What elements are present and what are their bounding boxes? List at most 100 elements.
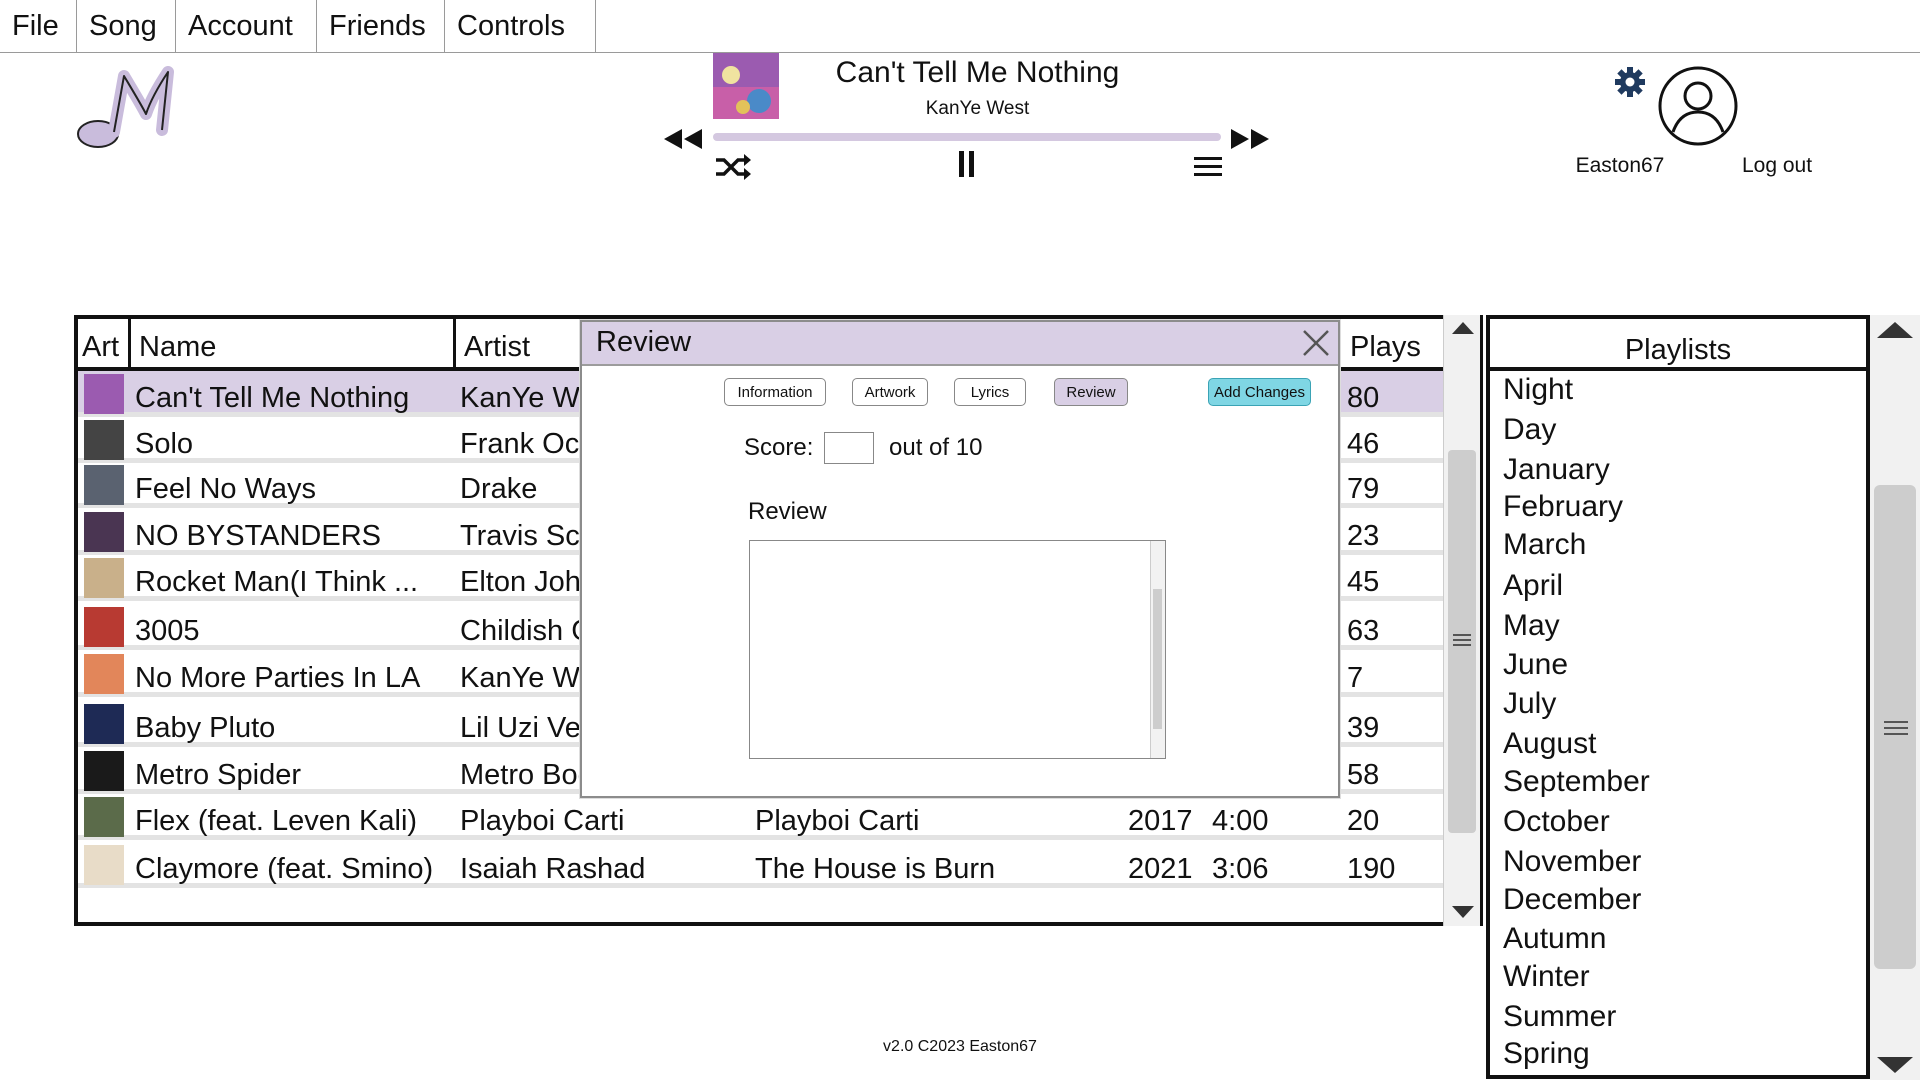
playlist-item[interactable]: May (1503, 609, 1560, 643)
version-footer: v2.0 C2023 Easton67 (883, 1038, 1037, 1055)
review-textarea[interactable] (749, 540, 1166, 759)
score-input[interactable] (824, 432, 874, 464)
table-scroll-thumb[interactable] (1448, 450, 1476, 833)
tab-lyrics[interactable]: Lyrics (954, 378, 1026, 406)
playlist-item[interactable]: August (1503, 727, 1596, 761)
menu-account[interactable]: Account (176, 0, 317, 52)
cell-plays: 20 (1347, 805, 1380, 836)
add-changes-button[interactable]: Add Changes (1208, 378, 1311, 406)
playlists-scrollbar[interactable] (1870, 315, 1920, 1080)
menu-friends[interactable]: Friends (317, 0, 445, 52)
cell-name: 3005 (135, 615, 200, 646)
playlist-item[interactable]: November (1503, 845, 1641, 879)
album-art-thumbnail (84, 704, 124, 744)
cell-plays: 46 (1347, 428, 1380, 459)
column-plays[interactable]: Plays (1342, 319, 1442, 369)
scroll-up-icon[interactable] (1451, 321, 1475, 335)
close-icon[interactable] (1300, 327, 1332, 359)
cell-name: NO BYSTANDERS (135, 520, 382, 551)
cell-plays: 80 (1347, 382, 1380, 413)
playlist-item[interactable]: December (1503, 883, 1641, 917)
cell-plays: 45 (1347, 566, 1380, 597)
menu-file[interactable]: File (0, 0, 77, 52)
logout-link[interactable]: Log out (1742, 154, 1812, 178)
cell-name: Claymore (feat. Smino) (135, 853, 434, 884)
table-row[interactable]: Flex (feat. Leven Kali) Playboi Carti Play… (78, 794, 1444, 840)
cell-name: No More Parties In LA (135, 662, 421, 693)
app-logo (77, 66, 174, 148)
playlist-item[interactable]: January (1503, 453, 1610, 487)
score-suffix: out of 10 (889, 434, 983, 461)
shuffle-icon[interactable] (714, 152, 752, 182)
cell-plays: 63 (1347, 615, 1380, 646)
avatar-icon[interactable] (1658, 66, 1738, 146)
playlist-item[interactable]: Day (1503, 413, 1556, 447)
playlist-item[interactable]: Night (1503, 373, 1573, 407)
scroll-up-icon[interactable] (1876, 321, 1914, 339)
review-scrollbar[interactable] (1150, 541, 1165, 758)
rewind-icon[interactable] (662, 127, 704, 151)
cell-name: Flex (feat. Leven Kali) (135, 805, 418, 836)
username: Easton67 (1575, 154, 1665, 177)
playlist-item[interactable]: Autumn (1503, 922, 1606, 956)
album-art-thumbnail (84, 374, 124, 414)
table-row[interactable]: Claymore (feat. Smino) Isaiah Rashad The H… (78, 842, 1444, 888)
cell-album: The House is Burning (755, 853, 995, 884)
cell-length: 4:00 (1212, 805, 1269, 836)
score-label: Score: (744, 434, 814, 461)
column-art[interactable]: Art (78, 319, 131, 369)
menu-song[interactable]: Song (77, 0, 176, 52)
tab-review[interactable]: Review (1054, 378, 1128, 406)
queue-icon[interactable] (1194, 156, 1222, 178)
progress-bar[interactable] (713, 133, 1221, 141)
playlist-item[interactable]: Spring (1503, 1037, 1590, 1071)
album-art-thumbnail (84, 751, 124, 791)
playlist-item[interactable]: September (1503, 765, 1650, 799)
dialog-title: Review (596, 326, 692, 358)
playlist-item[interactable]: February (1503, 490, 1623, 524)
playlist-item[interactable]: March (1503, 528, 1586, 562)
playlist-item[interactable]: June (1503, 648, 1568, 682)
scroll-down-icon[interactable] (1876, 1056, 1914, 1074)
playlist-item[interactable]: Summer (1503, 1000, 1616, 1034)
playlists-header: Playlists (1490, 319, 1866, 371)
now-playing-artist: KanYe West (925, 98, 1030, 119)
cell-year: 2021 (1128, 853, 1193, 884)
cell-length: 3:06 (1212, 853, 1269, 884)
table-scrollbar[interactable] (1443, 315, 1483, 926)
playlists-scroll-thumb[interactable] (1874, 485, 1916, 969)
cell-name: Feel No Ways (135, 473, 317, 504)
menu-bar: File Song Account Friends Controls (0, 0, 1920, 53)
gear-icon[interactable] (1614, 66, 1646, 98)
column-name[interactable]: Name (131, 319, 456, 369)
cell-year: 2017 (1128, 805, 1193, 836)
review-label: Review (748, 498, 827, 525)
pause-icon[interactable] (958, 150, 976, 178)
fast-forward-icon[interactable] (1229, 127, 1271, 151)
album-art-thumbnail (84, 797, 124, 837)
playlists-panel: Playlists Night Day January February March Ap… (1486, 315, 1870, 1079)
tab-information[interactable]: Information (724, 378, 826, 406)
playlist-item[interactable]: July (1503, 687, 1556, 721)
cell-plays: 23 (1347, 520, 1380, 551)
cell-name: Rocket Man(I Think ... (135, 566, 419, 597)
playlist-item[interactable]: April (1503, 569, 1563, 603)
tab-artwork[interactable]: Artwork (852, 378, 928, 406)
album-art-thumbnail (84, 465, 124, 505)
now-playing-title: Can't Tell Me Nothing (835, 56, 1120, 89)
cell-name: Solo (135, 428, 194, 459)
grip-icon (1884, 721, 1908, 735)
scroll-down-icon[interactable] (1451, 905, 1475, 919)
album-art-thumbnail (84, 845, 124, 885)
cell-name: Baby Pluto (135, 712, 276, 743)
menu-controls[interactable]: Controls (445, 0, 596, 52)
playlist-item[interactable]: October (1503, 805, 1610, 839)
playlist-item[interactable]: Winter (1503, 960, 1590, 994)
review-scroll-thumb[interactable] (1153, 589, 1162, 729)
cell-plays: 190 (1347, 853, 1396, 884)
cell-plays: 79 (1347, 473, 1380, 504)
grip-icon (1453, 634, 1471, 646)
dialog-title-bar: Review (582, 322, 1338, 366)
cell-name: Can't Tell Me Nothing (135, 382, 410, 413)
cell-plays: 58 (1347, 759, 1380, 790)
